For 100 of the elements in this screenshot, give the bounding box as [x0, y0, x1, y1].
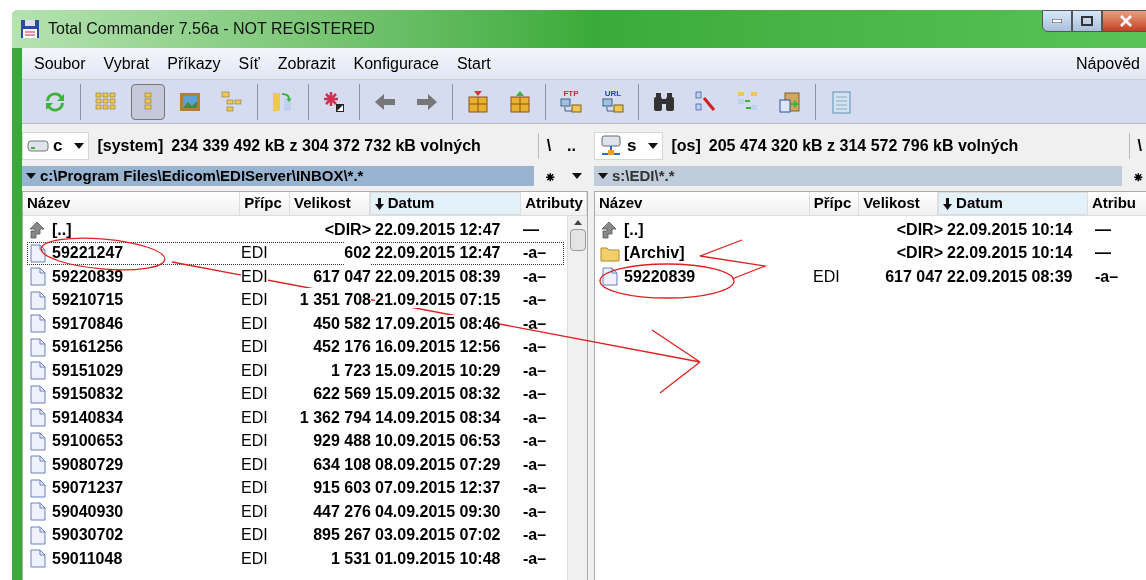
- scroll-thumb[interactable]: [569, 229, 586, 251]
- history-caret-icon: [598, 173, 608, 179]
- menu-item[interactable]: Soubor: [30, 51, 90, 76]
- file-row[interactable]: 59161256 EDI 452 176 16.09.2015 12:56 -a–: [27, 335, 564, 359]
- file-name: 59140834: [52, 407, 124, 428]
- column-header[interactable]: Datum: [369, 192, 522, 215]
- hotlist-button[interactable]: ⁕: [534, 164, 566, 188]
- tree-view-icon: [219, 88, 245, 115]
- column-header[interactable]: Název: [595, 192, 810, 215]
- close-button[interactable]: [1102, 10, 1146, 32]
- file-icon: [30, 549, 46, 569]
- menu-item[interactable]: Vybrat: [99, 51, 154, 76]
- file-extension: EDI: [241, 408, 268, 426]
- column-header[interactable]: Atribu: [1087, 192, 1146, 215]
- file-row[interactable]: 59210715 EDI 1 351 708 21.09.2015 07:15 -a–: [27, 288, 564, 312]
- file-icon: [30, 290, 46, 310]
- root-dir-button[interactable]: \: [1129, 134, 1146, 158]
- free-space-info: 234 339 492 kB z 304 372 732 kB volných: [171, 136, 481, 156]
- toolbar-button[interactable]: URL: [596, 83, 630, 120]
- file-row[interactable]: 59151029 EDI 1 723 15.09.2015 10:29 -a–: [27, 359, 564, 383]
- history-caret-icon: [572, 173, 582, 179]
- file-attributes: -a–: [523, 361, 547, 379]
- drive-letter: s: [627, 135, 637, 158]
- file-row[interactable]: 59150832 EDI 622 569 15.09.2015 08:32 -a–: [27, 382, 564, 406]
- file-name: 59080729: [52, 454, 124, 475]
- path-bar[interactable]: s:\EDI\*.*: [594, 166, 1122, 186]
- column-header[interactable]: Datum: [938, 192, 1088, 215]
- file-name: 59030702: [52, 525, 124, 546]
- parent-dir-icon: [601, 220, 619, 239]
- file-row[interactable]: [..] <DIR> 22.09.2015 12:47 —: [27, 218, 564, 242]
- file-date: 15.09.2015 10:29: [375, 361, 501, 379]
- file-attributes: -a–: [523, 338, 547, 356]
- menu-item[interactable]: Konfigurace: [349, 51, 443, 76]
- file-row[interactable]: 59040930 EDI 447 276 04.09.2015 09:30 -a–: [27, 500, 564, 524]
- file-attributes: -a–: [523, 479, 547, 497]
- file-attributes: -a–: [523, 267, 547, 285]
- file-attributes: -a–: [523, 502, 547, 520]
- file-row[interactable]: 59100653 EDI 929 488 10.09.2015 06:53 -a–: [27, 429, 564, 453]
- file-icon: [30, 361, 46, 381]
- file-name: 59220839: [52, 266, 124, 287]
- root-dir-button[interactable]: \: [538, 134, 560, 158]
- scroll-up-icon: [573, 220, 582, 225]
- file-name: [..]: [52, 219, 72, 240]
- path-bar[interactable]: c:\Program Files\Edicom\EDIServer\INBOX\*.*: [22, 166, 534, 186]
- root-dir-button[interactable]: ..: [559, 134, 584, 158]
- column-header[interactable]: Přípc: [809, 192, 860, 215]
- menu-item[interactable]: Zobrazit: [273, 51, 340, 76]
- scrollbar[interactable]: [567, 216, 587, 580]
- file-row[interactable]: 59170846 EDI 450 582 17.09.2015 08:46 -a–: [27, 312, 564, 336]
- toolbar-button[interactable]: FTP: [554, 83, 588, 120]
- file-extension: EDI: [241, 549, 268, 567]
- file-row[interactable]: 59220839 EDI 617 047 22.09.2015 08:39 -a–: [599, 265, 1136, 289]
- file-row[interactable]: 59080729 EDI 634 108 08.09.2015 07:29 -a–: [27, 453, 564, 477]
- menu-item[interactable]: Příkazy: [163, 51, 225, 76]
- file-icon: [30, 525, 46, 545]
- minimize-button[interactable]: [1042, 10, 1072, 32]
- file-name: 59210715: [52, 290, 124, 311]
- drive-selector[interactable]: c: [22, 132, 90, 160]
- file-name: 59151029: [52, 360, 124, 381]
- hotlist-button[interactable]: ⁕: [1122, 164, 1146, 188]
- file-name: 59170846: [52, 313, 124, 334]
- file-date: 22.09.2015 10:14: [947, 220, 1073, 238]
- file-row[interactable]: 59030702 EDI 895 267 03.09.2015 07:02 -a–: [27, 523, 564, 547]
- file-row[interactable]: 59140834 EDI 1 362 794 14.09.2015 08:34 -a–: [27, 406, 564, 430]
- file-name: 59161256: [52, 337, 124, 358]
- file-row[interactable]: 59220839 EDI 617 047 22.09.2015 08:39 -a–: [27, 265, 564, 289]
- column-header[interactable]: Přípc: [240, 192, 291, 215]
- file-icon: [30, 478, 46, 498]
- drive-info: [system]: [97, 136, 164, 156]
- dropdown-caret-icon: [648, 143, 659, 149]
- file-row[interactable]: [Archiv] <DIR> 22.09.2015 10:14 —: [599, 241, 1136, 265]
- drive-selector[interactable]: s: [594, 132, 664, 160]
- file-date: 22.09.2015 12:47: [375, 220, 501, 238]
- file-name: 59100653: [52, 431, 124, 452]
- menu-item[interactable]: Síť: [234, 51, 264, 76]
- file-extension: EDI: [241, 267, 268, 285]
- hard-drive-icon: [27, 139, 49, 153]
- file-attributes: -a–: [523, 549, 547, 567]
- column-header[interactable]: Velikost: [290, 192, 370, 215]
- file-extension: EDI: [241, 502, 268, 520]
- column-header[interactable]: Atributy: [521, 192, 587, 215]
- maximize-button[interactable]: [1072, 10, 1102, 32]
- file-icon: [30, 455, 46, 475]
- file-attributes: -a–: [523, 291, 547, 309]
- file-attributes: -a–: [523, 455, 547, 473]
- file-row[interactable]: 59011048 EDI 1 531 01.09.2015 10:48 -a–: [27, 547, 564, 571]
- file-row[interactable]: [..] <DIR> 22.09.2015 10:14 —: [599, 218, 1136, 242]
- file-icon: [30, 243, 46, 263]
- folder-icon: [600, 244, 620, 262]
- file-icon: [30, 337, 46, 357]
- column-header[interactable]: Název: [23, 192, 241, 215]
- minimize-icon: [1052, 19, 1062, 23]
- menu-item[interactable]: Start: [452, 51, 495, 76]
- file-date: 17.09.2015 08:46: [375, 314, 501, 332]
- menu-item[interactable]: Nápověd: [1075, 51, 1140, 76]
- file-attributes: —: [523, 220, 539, 238]
- file-row[interactable]: 59221247 EDI 602 22.09.2015 12:47 -a–: [27, 241, 564, 265]
- file-row[interactable]: 59071237 EDI 915 603 07.09.2015 12:37 -a–: [27, 476, 564, 500]
- file-attributes: —: [1095, 244, 1111, 262]
- file-attributes: -a–: [523, 385, 547, 403]
